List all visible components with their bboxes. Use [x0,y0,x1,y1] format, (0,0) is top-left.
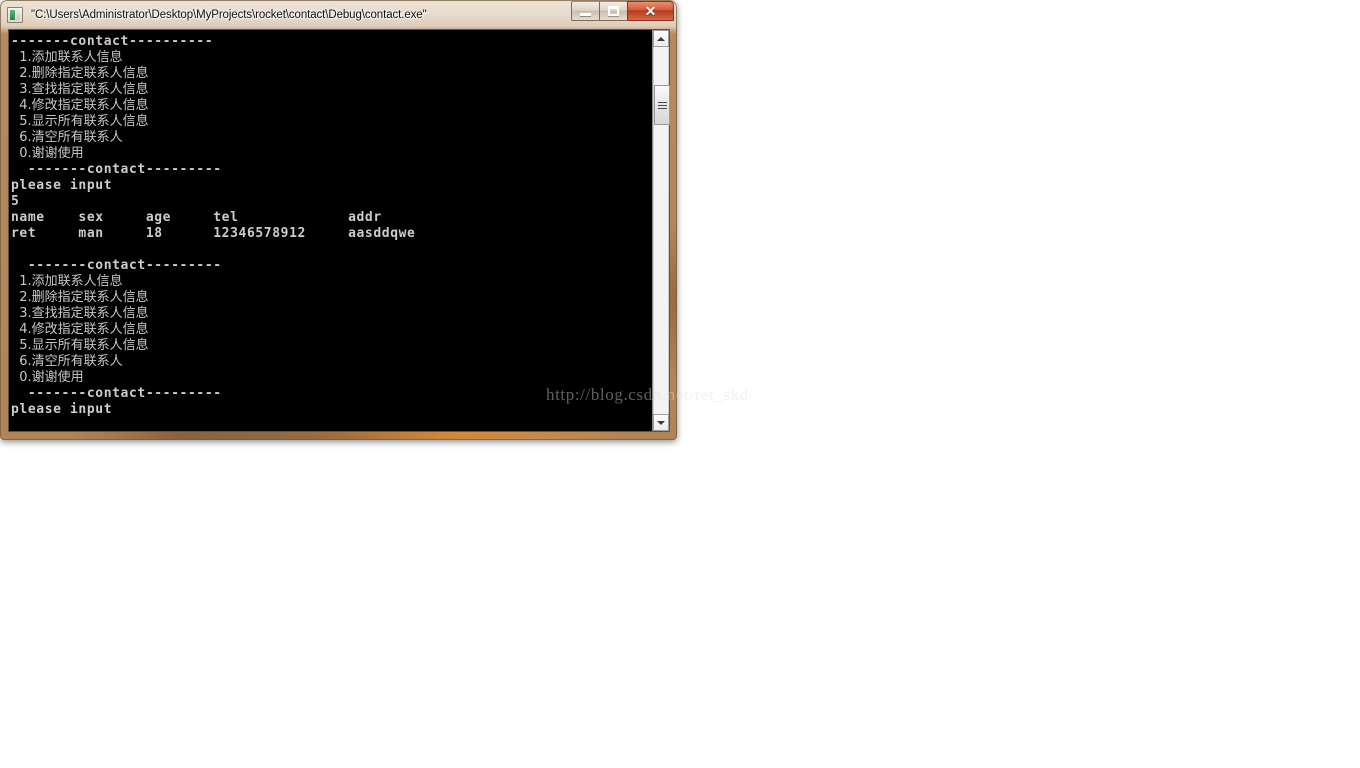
console-line: -------contact--------- [11,162,222,177]
maximize-button[interactable] [599,1,628,21]
console-line: -------contact--------- [11,258,222,273]
scrollbar-track[interactable] [653,47,670,414]
scroll-up-button[interactable] [653,30,669,47]
scroll-up-arrow-icon [657,36,665,41]
close-icon: ✕ [644,3,657,19]
console-line: -------contact--------- [11,386,222,401]
console-client-area: -------contact---------- 1.添加联系人信息 2.删除指… [8,29,670,432]
console-line: please input [11,178,113,193]
console-line: 1.添加联系人信息 [11,274,123,289]
console-line: 3.查找指定联系人信息 [11,82,149,97]
console-line: 2.删除指定联系人信息 [11,66,149,81]
scroll-down-button[interactable] [653,414,669,431]
scrollbar-grip-icon [657,101,667,109]
maximize-icon [608,6,619,16]
console-line: 4.修改指定联系人信息 [11,98,149,113]
console-line: -------contact---------- [11,34,214,49]
console-line: 5.显示所有联系人信息 [11,114,149,129]
window-titlebar[interactable]: "C:\Users\Administrator\Desktop\MyProjec… [0,0,677,29]
console-line: 5 [11,194,20,209]
console-line: please input [11,402,113,417]
console-line: 3.查找指定联系人信息 [11,306,149,321]
console-line: 2.删除指定联系人信息 [11,290,149,305]
minimize-icon [580,12,591,16]
console-line: ret man 18 12346578912 aasddqwe [11,226,416,241]
scroll-down-arrow-icon [657,420,665,425]
scrollbar-thumb[interactable] [654,85,670,125]
console-app-icon [7,6,23,23]
console-line: 5.显示所有联系人信息 [11,338,149,353]
close-button[interactable]: ✕ [627,1,674,21]
console-line: name sex age tel addr [11,210,382,225]
console-window[interactable]: "C:\Users\Administrator\Desktop\MyProjec… [0,0,677,440]
console-line: 0.谢谢使用 [11,370,84,385]
minimize-button[interactable] [571,1,600,21]
desktop-screen: "C:\Users\Administrator\Desktop\MyProjec… [0,0,1360,768]
console-line: 4.修改指定联系人信息 [11,322,149,337]
window-controls: ✕ [571,1,674,23]
console-line: 0.谢谢使用 [11,146,84,161]
console-line: 6.清空所有联系人 [11,354,123,369]
console-line: 6.清空所有联系人 [11,130,123,145]
window-title: "C:\Users\Administrator\Desktop\MyProjec… [31,8,427,21]
console-line: 1.添加联系人信息 [11,50,123,65]
vertical-scrollbar[interactable] [652,30,670,431]
console-output[interactable]: -------contact---------- 1.添加联系人信息 2.删除指… [9,30,652,431]
